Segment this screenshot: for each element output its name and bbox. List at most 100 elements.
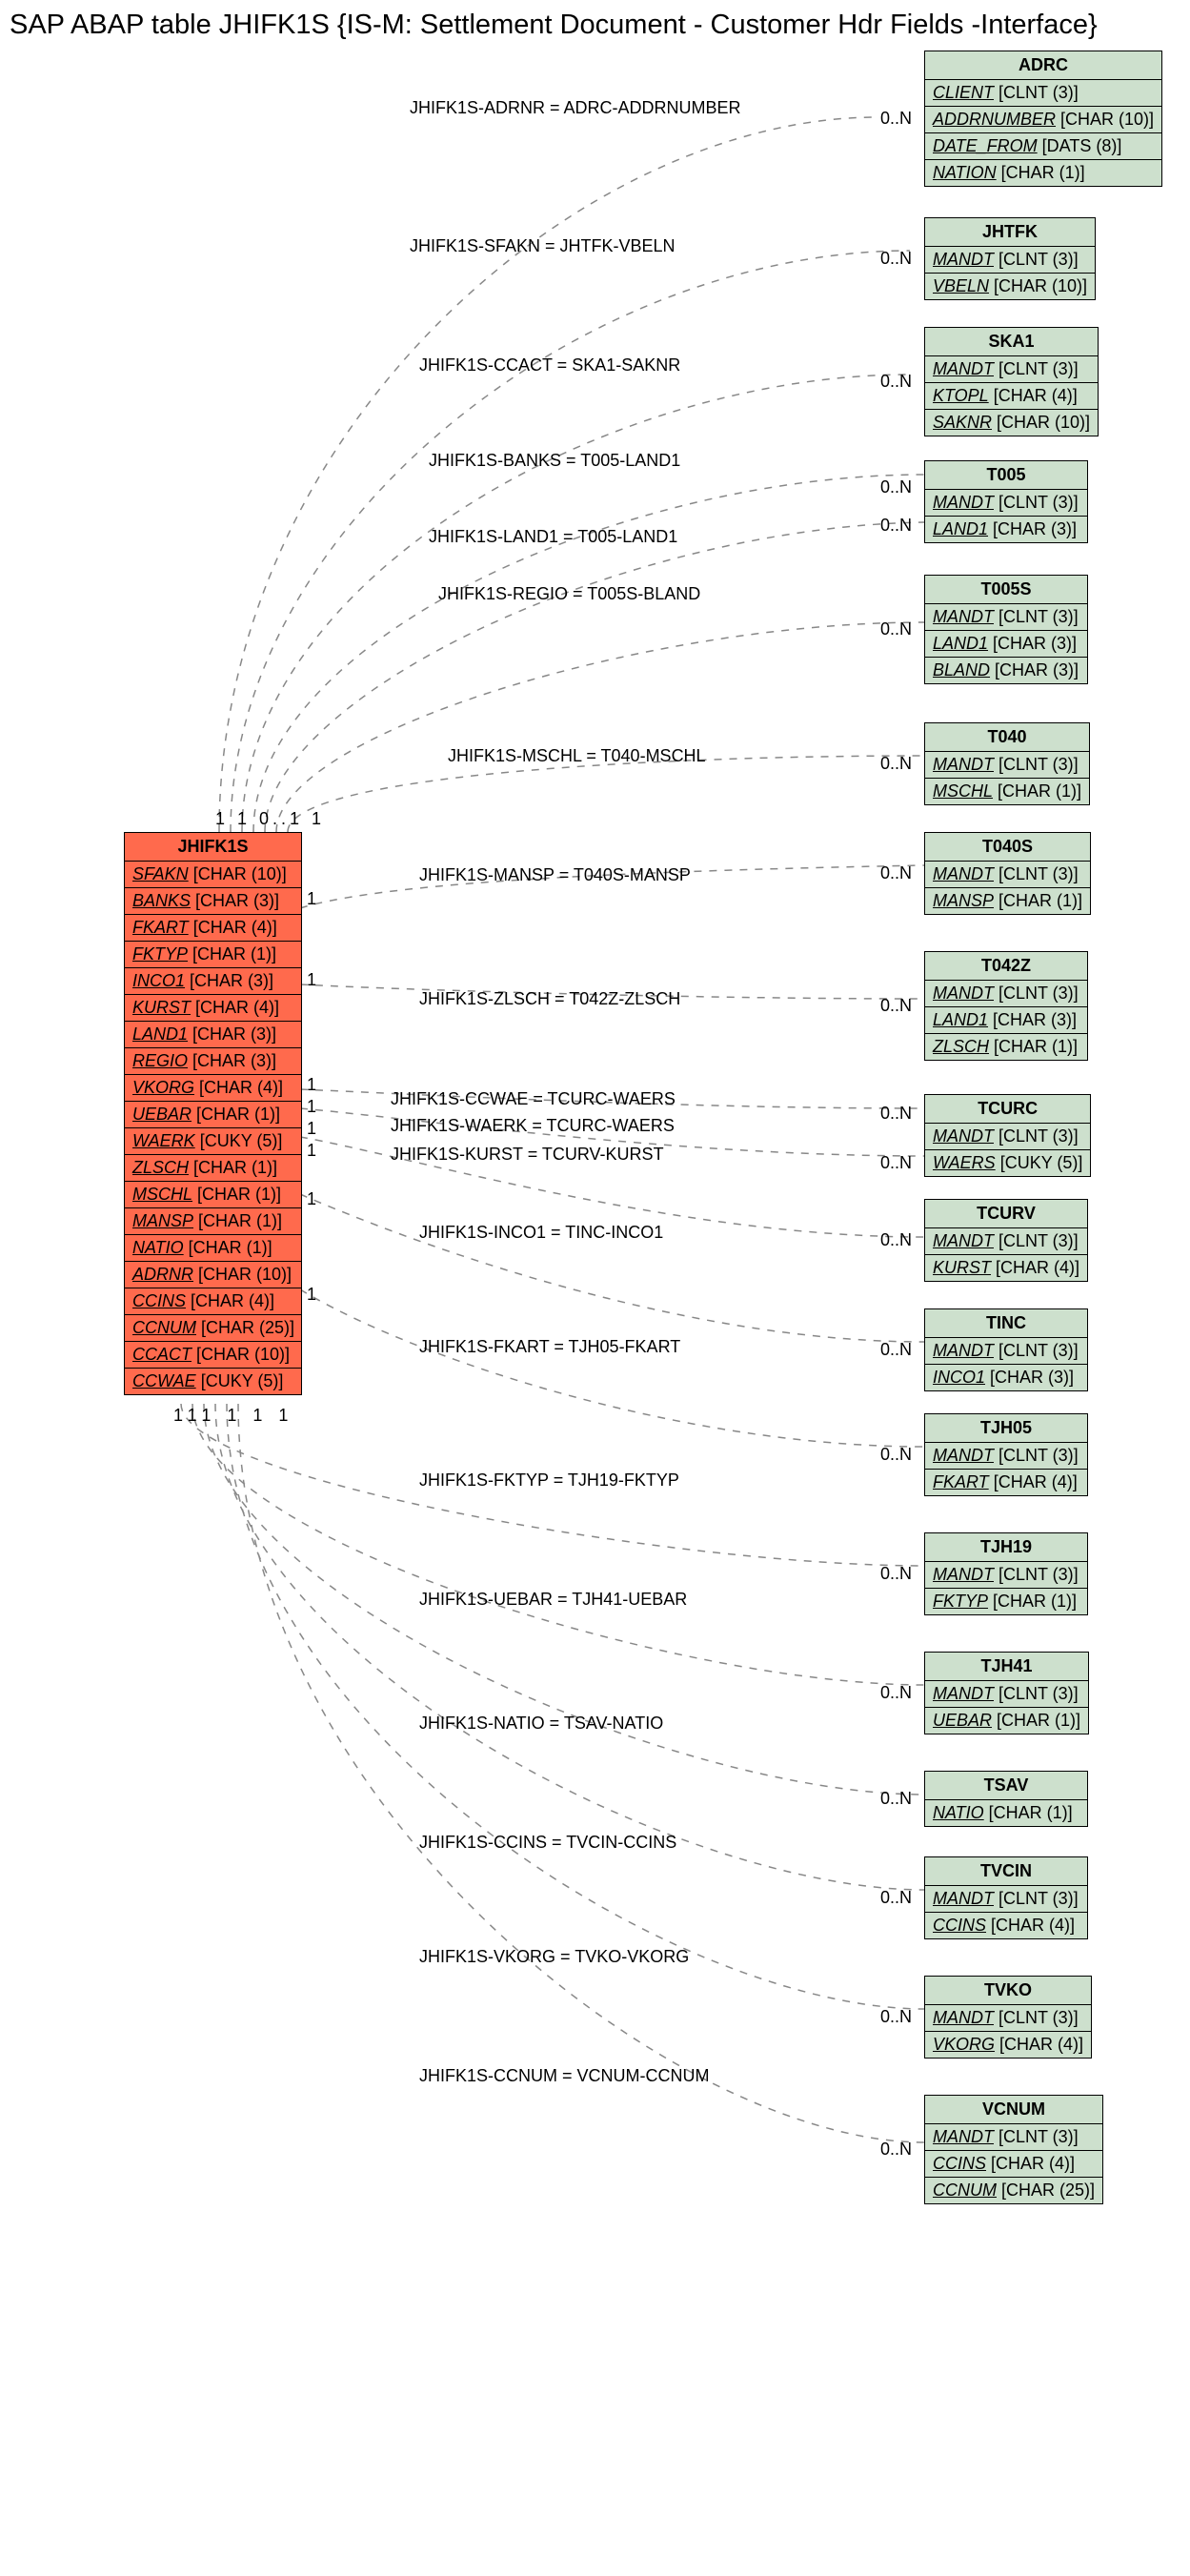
entity-tvcin: TVCINMANDT [CLNT (3)]CCINS [CHAR (4)] xyxy=(924,1856,1088,1939)
relation-label: JHIFK1S-FKART = TJH05-FKART xyxy=(419,1337,680,1357)
field-row: MANDT [CLNT (3)] xyxy=(925,604,1087,631)
cardinality-right: 0..N xyxy=(880,1564,912,1584)
relation-label: JHIFK1S-CCNUM = VCNUM-CCNUM xyxy=(419,2066,710,2086)
entity-t005s: T005SMANDT [CLNT (3)]LAND1 [CHAR (3)]BLA… xyxy=(924,575,1088,684)
cardinality-right: 0..N xyxy=(880,996,912,1016)
field-row: MANDT [CLNT (3)] xyxy=(925,1886,1087,1913)
field-row: FKTYP [CHAR (1)] xyxy=(925,1589,1087,1614)
field-row: ADDRNUMBER [CHAR (10)] xyxy=(925,107,1161,133)
cardinality-right: 0..N xyxy=(880,249,912,269)
relation-label: JHIFK1S-BANKS = T005-LAND1 xyxy=(429,451,680,471)
card-one-2: 1 xyxy=(307,970,316,990)
relation-label: JHIFK1S-LAND1 = T005-LAND1 xyxy=(429,527,677,547)
relation-label: JHIFK1S-UEBAR = TJH41-UEBAR xyxy=(419,1590,687,1610)
cardinality-right: 0..N xyxy=(880,863,912,883)
field-row: MSCHL [CHAR (1)] xyxy=(125,1182,301,1208)
entity-jhtfk: JHTFKMANDT [CLNT (3)]VBELN [CHAR (10)] xyxy=(924,217,1096,300)
field-row: CCNUM [CHAR (25)] xyxy=(925,2178,1102,2203)
relation-label: JHIFK1S-REGIO = T005S-BLAND xyxy=(438,584,700,604)
field-row: FKART [CHAR (4)] xyxy=(125,915,301,942)
cardinality-right: 0..N xyxy=(880,2007,912,2027)
cardinality-top: 1 1 0..1 1 xyxy=(215,809,325,829)
field-row: SAKNR [CHAR (10)] xyxy=(925,410,1098,436)
page-title: SAP ABAP table JHIFK1S {IS-M: Settlement… xyxy=(10,10,1190,41)
field-row: DATE_FROM [DATS (8)] xyxy=(925,133,1161,160)
entity-header: JHIFK1S xyxy=(125,833,301,862)
field-row: ZLSCH [CHAR (1)] xyxy=(125,1155,301,1182)
field-row: MANDT [CLNT (3)] xyxy=(925,1228,1087,1255)
cardinality-right: 0..N xyxy=(880,372,912,392)
field-row: MSCHL [CHAR (1)] xyxy=(925,779,1089,804)
entity-tjh05: TJH05MANDT [CLNT (3)]FKART [CHAR (4)] xyxy=(924,1413,1088,1496)
relation-label: JHIFK1S-MANSP = T040S-MANSP xyxy=(419,865,691,885)
entity-t005: T005MANDT [CLNT (3)]LAND1 [CHAR (3)] xyxy=(924,460,1088,543)
card-one-7: 1 xyxy=(307,1189,316,1209)
entity-header: SKA1 xyxy=(925,328,1098,356)
field-row: UEBAR [CHAR (1)] xyxy=(125,1102,301,1128)
cardinality-right: 0..N xyxy=(880,477,912,497)
entity-t040: T040MANDT [CLNT (3)]MSCHL [CHAR (1)] xyxy=(924,722,1090,805)
field-row: REGIO [CHAR (3)] xyxy=(125,1048,301,1075)
field-row: MANDT [CLNT (3)] xyxy=(925,862,1090,888)
field-row: ADRNR [CHAR (10)] xyxy=(125,1262,301,1288)
relation-label: JHIFK1S-ADRNR = ADRC-ADDRNUMBER xyxy=(410,98,741,118)
entity-header: TSAV xyxy=(925,1772,1087,1800)
field-row: MANDT [CLNT (3)] xyxy=(925,356,1098,383)
field-row: MANDT [CLNT (3)] xyxy=(925,1562,1087,1589)
entity-ska1: SKA1MANDT [CLNT (3)]KTOPL [CHAR (4)]SAKN… xyxy=(924,327,1099,436)
entity-header: T040S xyxy=(925,833,1090,862)
field-row: CCNUM [CHAR (25)] xyxy=(125,1315,301,1342)
card-one-5: 1 xyxy=(307,1119,316,1139)
entity-tvko: TVKOMANDT [CLNT (3)]VKORG [CHAR (4)] xyxy=(924,1976,1092,2059)
field-row: MANDT [CLNT (3)] xyxy=(925,1338,1087,1365)
entity-tcurc: TCURCMANDT [CLNT (3)]WAERS [CUKY (5)] xyxy=(924,1094,1091,1177)
relation-label: JHIFK1S-CCACT = SKA1-SAKNR xyxy=(419,355,680,375)
field-row: INCO1 [CHAR (3)] xyxy=(925,1365,1087,1390)
er-canvas: JHIFK1S SFAKN [CHAR (10)]BANKS [CHAR (3)… xyxy=(10,51,1180,2566)
entity-t042z: T042ZMANDT [CLNT (3)]LAND1 [CHAR (3)]ZLS… xyxy=(924,951,1088,1061)
cardinality-right: 0..N xyxy=(880,1340,912,1360)
relation-label: JHIFK1S-SFAKN = JHTFK-VBELN xyxy=(410,236,676,256)
relation-label: JHIFK1S-ZLSCH = T042Z-ZLSCH xyxy=(419,989,680,1009)
cardinality-right: 0..N xyxy=(880,754,912,774)
entity-header: VCNUM xyxy=(925,2096,1102,2124)
relation-label: JHIFK1S-CCINS = TVCIN-CCINS xyxy=(419,1833,676,1853)
field-row: MANSP [CHAR (1)] xyxy=(125,1208,301,1235)
entity-header: T040 xyxy=(925,723,1089,752)
field-row: VBELN [CHAR (10)] xyxy=(925,274,1095,299)
field-row: MANDT [CLNT (3)] xyxy=(925,490,1087,517)
field-row: FKTYP [CHAR (1)] xyxy=(125,942,301,968)
cardinality-right: 0..N xyxy=(880,1683,912,1703)
field-row: NATIO [CHAR (1)] xyxy=(125,1235,301,1262)
field-row: MANDT [CLNT (3)] xyxy=(925,2005,1091,2032)
entity-header: JHTFK xyxy=(925,218,1095,247)
entity-header: TVKO xyxy=(925,1977,1091,2005)
field-row: CCINS [CHAR (4)] xyxy=(925,1913,1087,1938)
field-row: INCO1 [CHAR (3)] xyxy=(125,968,301,995)
entity-header: TCURV xyxy=(925,1200,1087,1228)
relation-label: JHIFK1S-NATIO = TSAV-NATIO xyxy=(419,1714,663,1734)
field-row: NATION [CHAR (1)] xyxy=(925,160,1161,186)
field-row: VKORG [CHAR (4)] xyxy=(125,1075,301,1102)
entity-header: TVCIN xyxy=(925,1857,1087,1886)
cardinality-right: 0..N xyxy=(880,109,912,129)
cardinality-right: 0..N xyxy=(880,2140,912,2160)
field-row: MANDT [CLNT (3)] xyxy=(925,247,1095,274)
entity-t040s: T040SMANDT [CLNT (3)]MANSP [CHAR (1)] xyxy=(924,832,1091,915)
field-row: SFAKN [CHAR (10)] xyxy=(125,862,301,888)
entity-header: TJH41 xyxy=(925,1653,1088,1681)
field-row: BLAND [CHAR (3)] xyxy=(925,658,1087,683)
field-row: KURST [CHAR (4)] xyxy=(125,995,301,1022)
field-row: CLIENT [CLNT (3)] xyxy=(925,80,1161,107)
cardinality-bottom: 111 1 1 1 xyxy=(173,1406,293,1426)
entity-adrc: ADRCCLIENT [CLNT (3)]ADDRNUMBER [CHAR (1… xyxy=(924,51,1162,187)
cardinality-right: 0..N xyxy=(880,1104,912,1124)
cardinality-right: 0..N xyxy=(880,1888,912,1908)
card-one-6: 1 xyxy=(307,1141,316,1161)
entity-header: TINC xyxy=(925,1309,1087,1338)
entity-tcurv: TCURVMANDT [CLNT (3)]KURST [CHAR (4)] xyxy=(924,1199,1088,1282)
card-one-8: 1 xyxy=(307,1285,316,1305)
field-row: CCWAE [CUKY (5)] xyxy=(125,1369,301,1394)
field-row: MANDT [CLNT (3)] xyxy=(925,1443,1087,1470)
entity-header: T005S xyxy=(925,576,1087,604)
